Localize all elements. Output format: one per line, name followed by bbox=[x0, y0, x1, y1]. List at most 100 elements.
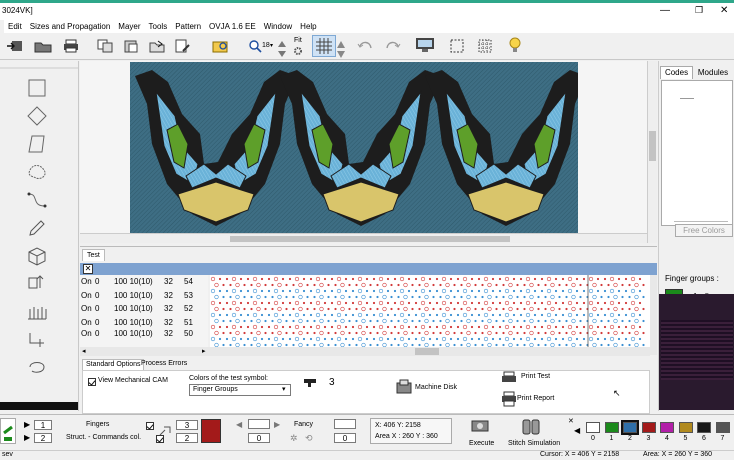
print-test-label[interactable]: Print Test bbox=[521, 373, 550, 380]
menu-window[interactable]: Window bbox=[260, 20, 296, 33]
menu-sizes[interactable]: Sizes and Propagation bbox=[26, 20, 115, 33]
close-x-icon[interactable]: ✕ bbox=[83, 264, 93, 274]
f4-field[interactable]: 2 bbox=[176, 433, 198, 443]
maximize-button[interactable]: ❐ bbox=[695, 5, 703, 16]
lightbulb-icon[interactable] bbox=[506, 37, 524, 53]
gear-icon[interactable]: ✲ bbox=[290, 433, 298, 444]
table-scrollbar[interactable]: ◂ ▸ bbox=[80, 347, 210, 356]
close-button[interactable]: ✕ bbox=[720, 5, 728, 16]
color-swatch[interactable] bbox=[715, 422, 730, 433]
export-icon[interactable] bbox=[148, 38, 166, 54]
fancy-field[interactable] bbox=[334, 419, 356, 429]
zoom-dropdown-icon[interactable]: ▾ bbox=[270, 42, 273, 49]
swatch-prev-icon[interactable]: ◀ bbox=[574, 426, 580, 435]
undo-icon[interactable] bbox=[356, 38, 374, 54]
struct-field[interactable]: 2 bbox=[34, 433, 52, 443]
settings-gear-icon[interactable] bbox=[292, 46, 304, 56]
stitch-vertical-scrollbar[interactable] bbox=[650, 275, 657, 355]
freeform-tool-icon[interactable] bbox=[26, 161, 48, 183]
pen-tool-icon[interactable] bbox=[26, 217, 48, 239]
menu-ovja[interactable]: OVJA 1.6 EE bbox=[205, 20, 260, 33]
color-well[interactable] bbox=[201, 419, 221, 443]
table-row[interactable]: On 0 100 10(10) 32 54 bbox=[80, 275, 208, 289]
zoom-value[interactable]: 18 bbox=[262, 42, 270, 49]
zoom-down-icon[interactable] bbox=[276, 46, 288, 62]
fit-label[interactable]: Fit bbox=[294, 37, 302, 44]
spin-field-top[interactable] bbox=[248, 419, 270, 429]
execute-label[interactable]: Execute bbox=[469, 440, 494, 447]
minimize-button[interactable]: — bbox=[660, 5, 670, 16]
color-swatch[interactable] bbox=[697, 422, 711, 433]
tab-modules[interactable]: Modules bbox=[693, 67, 733, 79]
monitor-icon[interactable] bbox=[414, 37, 436, 53]
select-rect-icon[interactable] bbox=[448, 38, 466, 54]
tab-codes[interactable]: Codes bbox=[660, 66, 693, 79]
play-icon[interactable]: ▶ bbox=[24, 420, 30, 429]
comb-tool-icon[interactable] bbox=[26, 301, 48, 323]
reset-icon[interactable]: ⟲ bbox=[305, 433, 313, 444]
color-swatch[interactable] bbox=[678, 422, 693, 433]
import-icon[interactable] bbox=[6, 38, 24, 54]
stitch-simulation-icon[interactable] bbox=[520, 417, 542, 437]
menu-tools[interactable]: Tools bbox=[145, 20, 172, 33]
print-icon[interactable] bbox=[62, 38, 80, 54]
color-swatch[interactable] bbox=[621, 420, 639, 435]
node-tool-icon[interactable] bbox=[26, 329, 48, 351]
polygon-tool-icon[interactable] bbox=[26, 133, 48, 155]
next-icon[interactable]: ▶ bbox=[274, 420, 280, 429]
curve-tool-icon[interactable] bbox=[26, 189, 48, 211]
stitch-scrollbar[interactable] bbox=[210, 347, 650, 356]
view-mech-cam-checkbox[interactable] bbox=[88, 377, 96, 386]
machine-disk-icon[interactable] bbox=[395, 379, 413, 395]
stitch-simulation-label[interactable]: Stitch Simulation bbox=[508, 440, 560, 447]
colors-select[interactable]: Finger Groups ▾ bbox=[189, 384, 291, 396]
link-icon[interactable] bbox=[159, 425, 173, 437]
brush-icon[interactable] bbox=[0, 418, 16, 444]
lasso-tool-icon[interactable] bbox=[26, 357, 48, 379]
spin-field-1[interactable]: 0 bbox=[248, 433, 270, 443]
table-row[interactable]: On 0 100 10(10) 32 50 bbox=[80, 329, 208, 338]
copy-icon[interactable] bbox=[96, 38, 114, 54]
table-row[interactable]: On 0 100 10(10) 32 51 bbox=[80, 316, 208, 330]
machine-disk-label[interactable]: Machine Disk bbox=[415, 384, 457, 391]
spin-field-2[interactable]: 0 bbox=[334, 433, 356, 443]
color-swatch[interactable] bbox=[660, 422, 674, 433]
color-swatch[interactable] bbox=[641, 422, 656, 433]
menu-mayer[interactable]: Mayer bbox=[114, 20, 144, 33]
menu-pattern[interactable]: Pattern bbox=[171, 20, 205, 33]
play-icon[interactable]: ▶ bbox=[24, 433, 30, 442]
paste-icon[interactable] bbox=[122, 38, 140, 54]
canvas-vertical-scrollbar[interactable] bbox=[647, 61, 657, 243]
rectangle-tool-icon[interactable] bbox=[26, 77, 48, 99]
color-swatch[interactable] bbox=[586, 422, 600, 433]
redo-icon[interactable] bbox=[384, 38, 402, 54]
free-colors-button[interactable]: Free Colors bbox=[675, 224, 733, 237]
table-row[interactable]: On 0 100 10(10) 32 53 bbox=[80, 289, 208, 303]
codes-list[interactable] bbox=[661, 80, 733, 226]
print-report-label[interactable]: Print Report bbox=[517, 395, 554, 402]
menu-edit[interactable]: Edit bbox=[4, 20, 26, 33]
close-swatches-icon[interactable]: ✕ bbox=[568, 417, 574, 425]
design-canvas[interactable] bbox=[130, 62, 578, 234]
print-test-icon[interactable] bbox=[501, 371, 517, 385]
tab-standard-options[interactable]: Standard Options bbox=[82, 359, 145, 370]
stitch-preview[interactable] bbox=[210, 275, 650, 347]
prev-icon[interactable]: ◀ bbox=[236, 420, 242, 429]
diamond-tool-icon[interactable] bbox=[26, 105, 48, 127]
fingers-field[interactable]: 1 bbox=[34, 420, 52, 430]
find-folder-icon[interactable] bbox=[212, 38, 230, 54]
document-edit-icon[interactable] bbox=[174, 38, 192, 54]
color-swatch[interactable] bbox=[604, 422, 619, 433]
grid-toggle-icon[interactable] bbox=[312, 35, 336, 57]
execute-icon[interactable] bbox=[470, 417, 492, 435]
menu-help[interactable]: Help bbox=[296, 20, 320, 33]
select-grid-icon[interactable] bbox=[476, 38, 494, 54]
table-row[interactable]: On 0 100 10(10) 32 52 bbox=[80, 302, 208, 316]
cube-tool-icon[interactable] bbox=[26, 245, 48, 267]
tab-process-errors[interactable]: Process Errors bbox=[138, 359, 190, 369]
fingers-checkbox[interactable] bbox=[146, 421, 154, 430]
tab-test[interactable]: Test bbox=[82, 249, 105, 261]
print-report-icon[interactable] bbox=[501, 391, 517, 407]
f3-field[interactable]: 3 bbox=[176, 420, 198, 430]
canvas-horizontal-scrollbar[interactable] bbox=[80, 233, 647, 243]
